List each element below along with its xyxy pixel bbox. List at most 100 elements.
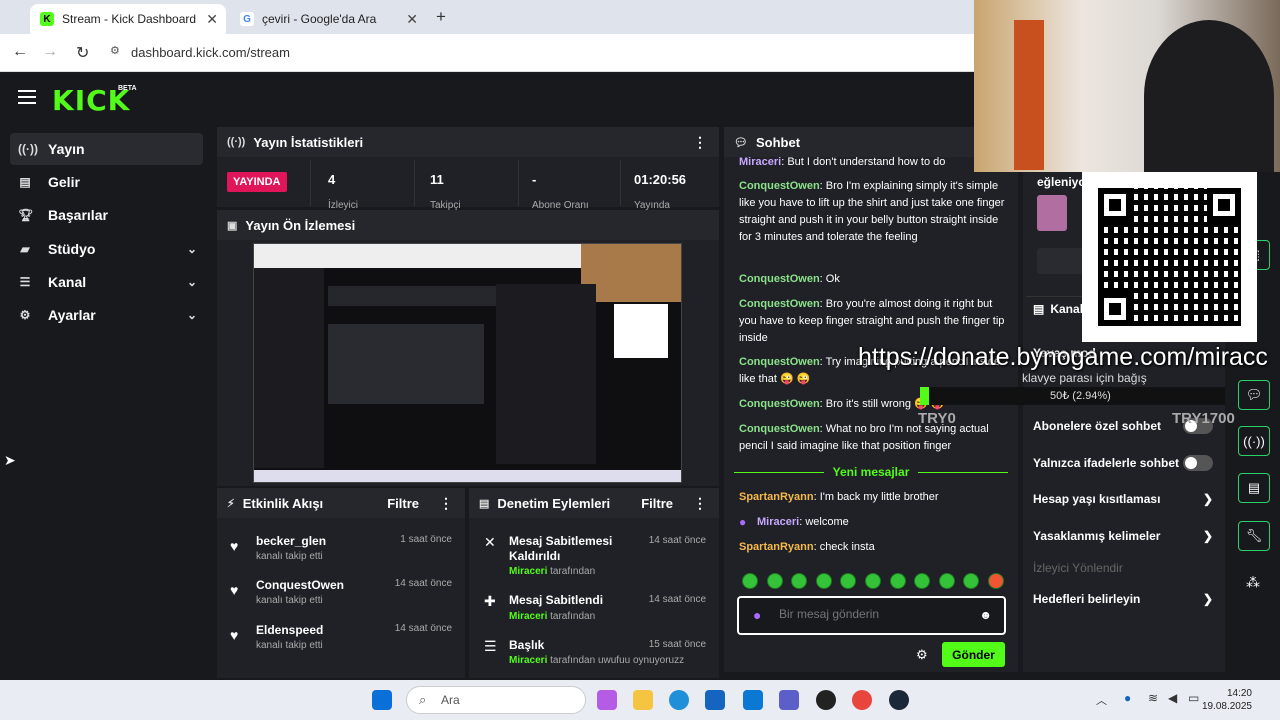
preview-taskbar bbox=[254, 470, 681, 482]
google-favicon-icon: G bbox=[240, 12, 254, 26]
file-explorer-icon[interactable] bbox=[633, 690, 653, 710]
more-tools-icon[interactable]: ⁂ bbox=[1246, 574, 1260, 591]
close-icon[interactable]: ✕ bbox=[406, 11, 418, 28]
tray-expand-icon[interactable]: ︿ bbox=[1096, 692, 1107, 708]
sidebar-item-studyo[interactable]: ▰ Stüdyo ⌄ bbox=[10, 233, 203, 265]
emoji-icon[interactable]: ☻ bbox=[979, 608, 992, 622]
sidebar-item-gelir[interactable]: ▤ Gelir bbox=[10, 166, 203, 198]
chat-user[interactable]: SpartanRyann bbox=[739, 541, 814, 553]
sidebar-item-ayarlar[interactable]: ⚙ Ayarlar ⌄ bbox=[10, 299, 203, 331]
quick-chat-button[interactable]: 💬︎ bbox=[1238, 380, 1270, 410]
emote-icon[interactable] bbox=[889, 573, 906, 589]
divider bbox=[414, 160, 415, 206]
emote-icon[interactable] bbox=[815, 573, 832, 589]
sidebar-item-kanal[interactable]: ☰ Kanal ⌄ bbox=[10, 266, 203, 298]
tab-google-search[interactable]: G çeviri - Google'da Ara ✕ bbox=[230, 4, 426, 34]
more-options-icon[interactable]: ⋮ bbox=[439, 495, 453, 512]
emote-icon[interactable] bbox=[938, 573, 955, 589]
broadcast-icon[interactable]: ((·)) bbox=[1238, 426, 1270, 456]
chat-message: ConquestOwen: What no bro I'm not saying… bbox=[739, 421, 1009, 455]
emote-icon[interactable] bbox=[987, 573, 1004, 589]
live-badge: YAYINDA bbox=[227, 172, 287, 192]
chat-user[interactable]: ConquestOwen bbox=[739, 298, 820, 310]
chat-settings-icon[interactable]: ⚙ bbox=[916, 647, 928, 663]
emote-icon[interactable] bbox=[791, 573, 808, 589]
user-name[interactable]: Miraceri bbox=[509, 655, 547, 666]
sub-rate: - bbox=[532, 172, 537, 187]
battery-icon[interactable]: ▭ bbox=[1188, 691, 1199, 705]
filter-button[interactable]: Filtre bbox=[641, 496, 673, 511]
chat-user[interactable]: Miraceri bbox=[739, 156, 781, 168]
account-age-row[interactable]: Hesap yaşı kısıtlaması ❯ bbox=[1033, 492, 1219, 506]
chrome-icon[interactable] bbox=[852, 690, 872, 710]
user-name[interactable]: ConquestOwen bbox=[256, 578, 344, 592]
menu-icon[interactable] bbox=[18, 90, 36, 108]
qr-corner bbox=[1098, 188, 1132, 222]
emote-icon[interactable] bbox=[864, 573, 881, 589]
taskbar-search[interactable]: ⌕ Ara bbox=[406, 686, 586, 714]
emote-icon[interactable] bbox=[914, 573, 931, 589]
stream-preview-video[interactable] bbox=[253, 243, 682, 483]
obs-icon[interactable] bbox=[816, 690, 836, 710]
document-icon: ▤ bbox=[479, 497, 490, 510]
chat-input[interactable] bbox=[779, 607, 979, 621]
more-options-icon[interactable]: ⋮ bbox=[693, 495, 707, 512]
site-info-icon[interactable]: ⚙ bbox=[110, 44, 120, 57]
new-tab-button[interactable]: + bbox=[436, 7, 446, 27]
user-name[interactable]: Miraceri bbox=[509, 611, 547, 622]
emote-icon[interactable] bbox=[963, 573, 980, 589]
row-label: Yasaklanmış kelimeler bbox=[1033, 529, 1161, 543]
preview-stats bbox=[328, 286, 508, 306]
user-name[interactable]: Eldenspeed bbox=[256, 623, 323, 637]
webcam-person bbox=[1144, 20, 1274, 172]
layout-icon[interactable]: ▤ bbox=[1238, 473, 1270, 503]
reload-icon[interactable]: ↻ bbox=[76, 43, 89, 63]
emote-only-toggle[interactable] bbox=[1183, 455, 1213, 471]
emote-icon[interactable] bbox=[840, 573, 857, 589]
sidebar-item-basarilar[interactable]: 🏆︎ Başarılar bbox=[10, 199, 203, 231]
chat-user[interactable]: Miraceri bbox=[757, 516, 799, 528]
sidebar-item-label: Ayarlar bbox=[48, 307, 96, 323]
filter-button[interactable]: Filtre bbox=[387, 496, 419, 511]
store-icon[interactable] bbox=[705, 690, 725, 710]
banned-words-row[interactable]: Yasaklanmış kelimeler ❯ bbox=[1033, 529, 1219, 543]
set-goals-row[interactable]: Hedefleri belirleyin ❯ bbox=[1033, 592, 1219, 606]
user-name[interactable]: Miraceri bbox=[509, 566, 547, 577]
volume-icon[interactable]: ◀ bbox=[1168, 691, 1177, 705]
forward-icon[interactable]: → bbox=[42, 43, 58, 61]
copilot-icon[interactable] bbox=[597, 690, 617, 710]
teams-icon[interactable] bbox=[779, 690, 799, 710]
chat-user[interactable]: ConquestOwen bbox=[739, 356, 820, 368]
windows-start-icon[interactable] bbox=[372, 690, 392, 710]
tab-kick-dashboard[interactable]: K Stream - Kick Dashboard ✕ bbox=[30, 4, 226, 34]
chevron-right-icon: ❯ bbox=[1202, 492, 1213, 506]
system-clock[interactable]: 14:20 19.08.2025 bbox=[1202, 687, 1252, 713]
new-messages-divider[interactable]: Yeni mesajlar bbox=[734, 465, 1008, 479]
emote-icon[interactable] bbox=[766, 573, 783, 589]
steam-icon[interactable] bbox=[889, 690, 909, 710]
emote-bar bbox=[742, 573, 1004, 591]
mic-tray-icon[interactable]: ● bbox=[1124, 691, 1131, 705]
clock-date: 19.08.2025 bbox=[1201, 701, 1252, 712]
chat-user[interactable]: ConquestOwen bbox=[739, 180, 820, 192]
close-icon[interactable]: ✕ bbox=[206, 11, 218, 28]
user-name[interactable]: becker_glen bbox=[256, 534, 326, 548]
edge-icon[interactable] bbox=[669, 690, 689, 710]
chat-user[interactable]: ConquestOwen bbox=[739, 398, 820, 410]
emote-icon[interactable] bbox=[742, 573, 758, 589]
wifi-icon[interactable]: ≋ bbox=[1148, 691, 1158, 705]
avatar bbox=[1037, 195, 1067, 231]
outlook-icon[interactable] bbox=[743, 690, 763, 710]
more-options-icon[interactable]: ⋮ bbox=[693, 134, 707, 151]
sidebar-item-yayin[interactable]: ((·)) Yayın bbox=[10, 133, 203, 165]
chat-user[interactable]: ConquestOwen bbox=[739, 273, 820, 285]
wrench-icon[interactable]: 🔧︎ bbox=[1238, 521, 1270, 551]
send-button[interactable]: Gönder bbox=[942, 642, 1005, 667]
chat-user[interactable]: ConquestOwen bbox=[739, 423, 820, 435]
emote-only-chat-row[interactable]: Yalnızca ifadelerle sohbet bbox=[1033, 455, 1219, 471]
beta-badge: BETA bbox=[118, 85, 137, 92]
url-text[interactable]: dashboard.kick.com/stream bbox=[131, 45, 290, 60]
title-edit-icon: ☰ bbox=[484, 638, 497, 654]
chat-user[interactable]: SpartanRyann bbox=[739, 491, 814, 503]
back-icon[interactable]: ← bbox=[12, 43, 28, 61]
